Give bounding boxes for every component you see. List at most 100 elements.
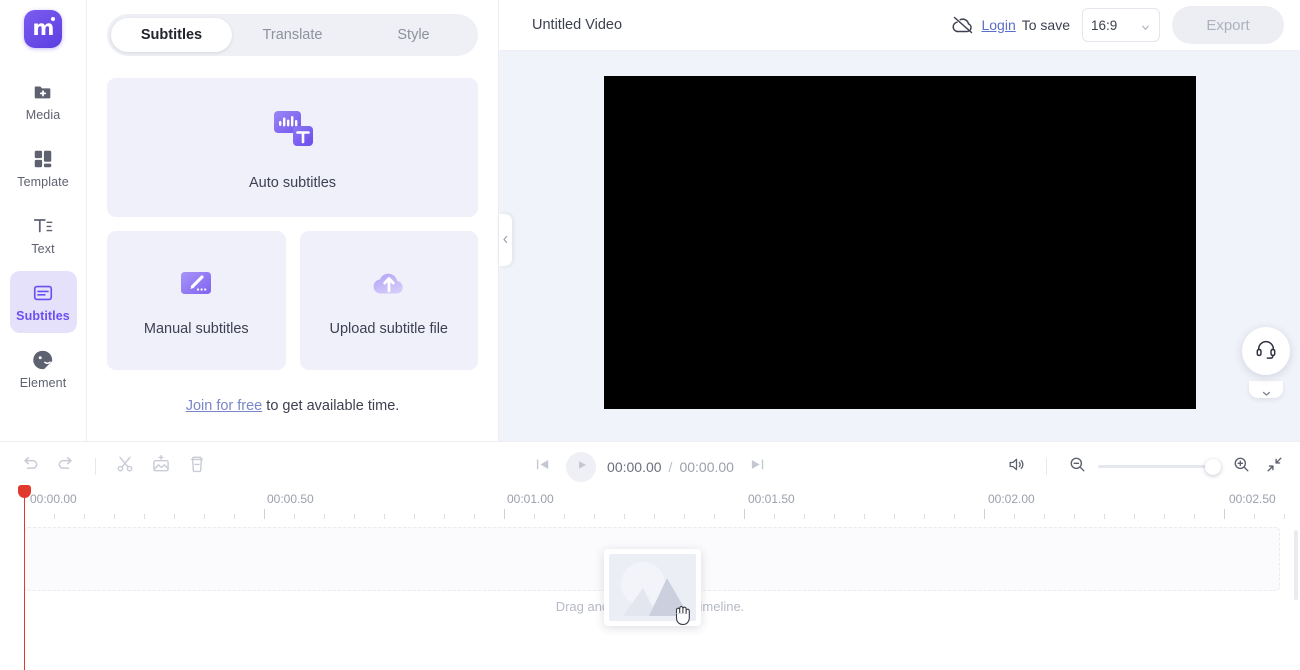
video-preview-area — [499, 51, 1300, 441]
playhead-handle[interactable] — [18, 485, 31, 498]
manual-subtitles-card[interactable]: Manual subtitles — [107, 231, 286, 370]
total-time: 00:00.00 — [679, 458, 734, 475]
ruler-tick-minor — [1044, 514, 1045, 519]
ruler-tick-minor — [1134, 514, 1135, 519]
export-button[interactable]: Export — [1172, 6, 1284, 44]
ruler-tick-minor — [534, 514, 535, 519]
tab-style[interactable]: Style — [353, 18, 474, 52]
play-button[interactable] — [566, 451, 597, 482]
ruler-tick-minor — [204, 514, 205, 519]
timeline-scrollbar[interactable] — [1294, 530, 1298, 600]
save-status-group: Login To save — [951, 13, 1070, 37]
sidebar-item-label: Template — [17, 174, 69, 189]
tab-translate[interactable]: Translate — [232, 18, 353, 52]
trash-icon — [187, 454, 207, 479]
upload-subtitle-file-card[interactable]: Upload subtitle file — [299, 231, 478, 370]
ruler-tick-minor — [444, 514, 445, 519]
chevron-down-icon — [1140, 20, 1151, 31]
sidebar-item-subtitles[interactable]: Subtitles — [9, 271, 77, 333]
timeline-toolbar: 00:00.00 / 00:00.00 — [0, 442, 1300, 491]
collapse-arrows-icon — [1265, 455, 1284, 479]
add-frame-button[interactable] — [145, 451, 177, 483]
tab-subtitles[interactable]: Subtitles — [111, 18, 232, 52]
ruler-tick-minor — [54, 514, 55, 519]
grabbing-hand-cursor — [672, 601, 694, 627]
zoom-slider-knob[interactable] — [1205, 458, 1221, 475]
time-separator: / — [668, 458, 673, 475]
ruler-tick-major — [264, 509, 265, 519]
aspect-ratio-select[interactable]: 16:9 — [1082, 8, 1160, 42]
sidebar-item-media[interactable]: Media — [10, 70, 77, 132]
timeline-zoom-slider[interactable] — [1065, 455, 1253, 479]
image-plus-icon — [151, 454, 171, 479]
app-header: Untitled Video Login To save 16:9 Export — [499, 0, 1300, 51]
sidebar-item-template[interactable]: Template — [10, 137, 77, 199]
zoom-in-button[interactable] — [1229, 455, 1253, 479]
ruler-tick-major — [744, 509, 745, 519]
page-title[interactable]: Untitled Video — [532, 17, 622, 33]
subtitles-icon — [32, 282, 54, 304]
edit-tools — [14, 451, 213, 483]
ruler-tick-minor — [1104, 514, 1105, 519]
ruler-tick-minor — [954, 514, 955, 519]
upload-cloud-icon — [368, 264, 410, 307]
headset-support-icon — [1255, 338, 1277, 365]
playback-controls: 00:00.00 / 00:00.00 — [529, 451, 771, 482]
media-folder-plus-icon — [32, 81, 54, 103]
top-region: m Media Template Text Subtitles Element … — [0, 0, 1300, 441]
ruler-tick-minor — [564, 514, 565, 519]
panel-collapse-handle[interactable] — [499, 214, 512, 266]
sidebar-item-label: Subtitles — [16, 308, 70, 323]
prev-frame-button[interactable] — [529, 454, 555, 480]
chevron-left-icon — [502, 231, 509, 249]
ruler-label: 00:01.00 — [507, 492, 554, 506]
ruler-tick-minor — [714, 514, 715, 519]
undo-arrow-icon — [20, 454, 40, 479]
app-logo[interactable]: m — [24, 10, 62, 48]
upload-subtitle-label: Upload subtitle file — [329, 321, 449, 337]
delete-button[interactable] — [181, 451, 213, 483]
video-canvas[interactable] — [603, 75, 1196, 409]
ruler-tick-minor — [474, 514, 475, 519]
ruler-tick-minor — [1074, 514, 1075, 519]
auto-subtitles-card[interactable]: Auto subtitles — [107, 78, 478, 217]
skip-previous-icon — [534, 456, 551, 478]
text-t-icon — [32, 215, 54, 237]
redo-arrow-icon — [56, 454, 76, 479]
ruler-tick-minor — [804, 514, 805, 519]
ruler-tick-minor — [864, 514, 865, 519]
playhead[interactable] — [18, 485, 31, 670]
ruler-tick-minor — [144, 514, 145, 519]
ruler-tick-minor — [174, 514, 175, 519]
undo-button[interactable] — [14, 451, 46, 483]
ruler-tick-major — [504, 509, 505, 519]
ruler-tick-minor — [624, 514, 625, 519]
zoom-slider-track[interactable] — [1098, 458, 1221, 475]
logo-letter: m — [32, 15, 55, 40]
volume-button[interactable] — [1004, 455, 1028, 479]
login-link[interactable]: Login — [981, 17, 1015, 33]
ruler-tick-minor — [234, 514, 235, 519]
zoom-out-button[interactable] — [1065, 455, 1089, 479]
ruler-tick-minor — [924, 514, 925, 519]
split-button[interactable] — [109, 451, 141, 483]
support-collapse-button[interactable] — [1249, 381, 1283, 398]
ruler-tick-minor — [1194, 514, 1195, 519]
ruler-tick-minor — [684, 514, 685, 519]
join-for-free-link[interactable]: Join for free — [186, 398, 263, 414]
ruler-label: 00:01.50 — [748, 492, 795, 506]
video-editor-app: m Media Template Text Subtitles Element … — [0, 0, 1300, 670]
skip-next-icon — [749, 456, 766, 478]
time-readout: 00:00.00 / 00:00.00 — [607, 459, 734, 475]
redo-button[interactable] — [50, 451, 82, 483]
next-frame-button[interactable] — [745, 454, 771, 480]
sidebar-item-text[interactable]: Text — [10, 204, 77, 266]
ruler-tick-major — [984, 509, 985, 519]
timeline-ruler[interactable]: 00:00.00 00:00.50 00:01.00 00:01.50 00:02.00… — [0, 491, 1300, 527]
sidebar-item-element[interactable]: Element — [10, 338, 77, 400]
sidebar-item-label: Media — [25, 107, 61, 122]
support-button[interactable] — [1242, 327, 1290, 375]
zoom-in-icon — [1232, 455, 1251, 479]
scissors-icon — [115, 454, 135, 479]
fit-timeline-button[interactable] — [1262, 455, 1286, 479]
